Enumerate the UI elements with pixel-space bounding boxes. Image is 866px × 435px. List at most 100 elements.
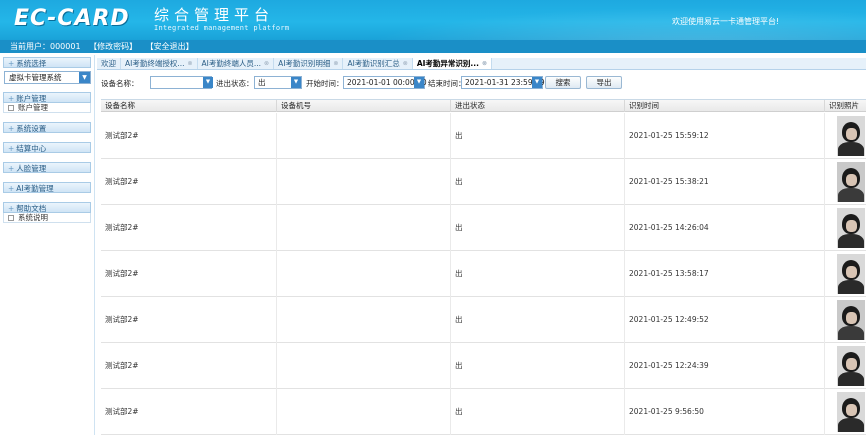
recognition-photo[interactable] bbox=[837, 392, 865, 432]
inout-status-value: 出 bbox=[258, 78, 266, 87]
blurred-face-icon bbox=[846, 128, 857, 140]
recognition-photo[interactable] bbox=[837, 254, 865, 294]
inout-status-label: 进出状态： bbox=[216, 79, 254, 88]
cell-time: 2021-01-25 15:38:21 bbox=[625, 159, 825, 205]
tab[interactable]: 欢迎 bbox=[97, 58, 121, 69]
table-row[interactable]: 测试部2# 出 2021-01-25 15:38:21 bbox=[101, 159, 866, 205]
recognition-photo[interactable] bbox=[837, 300, 865, 340]
cell-device: 测试部2# bbox=[101, 113, 277, 159]
sidebar-section[interactable]: + 帮助文档 bbox=[3, 202, 91, 213]
cell-device: 测试部2# bbox=[101, 251, 277, 297]
tab[interactable]: AI考勤异常识别... ⊗ bbox=[412, 58, 492, 69]
calendar-icon: ▼ bbox=[414, 77, 424, 88]
column-header-status[interactable]: 进出状态 bbox=[451, 100, 625, 112]
column-header-photo[interactable]: 识别照片 bbox=[825, 100, 866, 112]
cell-status: 出 bbox=[451, 251, 625, 297]
tab[interactable]: AI考勤终端授权... ⊗ bbox=[121, 58, 198, 69]
recognition-photo[interactable] bbox=[837, 116, 865, 156]
person-silhouette-icon bbox=[838, 234, 864, 248]
tab[interactable]: AI考勤终端人员... ⊗ bbox=[198, 58, 275, 69]
close-icon[interactable]: ⊗ bbox=[403, 60, 408, 67]
cell-machine-no bbox=[277, 113, 451, 159]
cell-time: 2021-01-25 9:56:50 bbox=[625, 389, 825, 435]
sidebar-section[interactable]: + 人脸管理 bbox=[3, 162, 91, 173]
table-row[interactable]: 测试部2# 出 2021-01-25 9:56:50 bbox=[101, 389, 866, 435]
column-header-time[interactable]: 识别时间 bbox=[625, 100, 825, 112]
sidebar-section[interactable]: + 账户管理 bbox=[3, 92, 91, 103]
tab[interactable]: AI考勤识别明细 ⊗ bbox=[274, 58, 344, 69]
column-header-machine-no[interactable]: 设备机号 bbox=[277, 100, 451, 112]
close-icon[interactable]: ⊗ bbox=[188, 60, 193, 67]
cell-machine-no bbox=[277, 159, 451, 205]
cell-device: 测试部2# bbox=[101, 205, 277, 251]
close-icon[interactable]: ⊗ bbox=[264, 60, 269, 67]
cell-device: 测试部2# bbox=[101, 343, 277, 389]
person-silhouette-icon bbox=[838, 372, 864, 386]
page-icon bbox=[8, 215, 14, 221]
search-button[interactable]: 搜索 bbox=[545, 76, 581, 89]
chevron-down-icon[interactable]: ▼ bbox=[203, 77, 213, 88]
start-time-input[interactable]: 2021-01-01 00:00:00 ▼ bbox=[343, 76, 427, 89]
platform-subtitle: Integrated management platform bbox=[154, 24, 290, 32]
export-button[interactable]: 导出 bbox=[586, 76, 622, 89]
welcome-message: 欢迎使用易云一卡通管理平台! bbox=[672, 17, 780, 26]
recognition-photo[interactable] bbox=[837, 162, 865, 202]
table-row[interactable]: 测试部2# 出 2021-01-25 12:49:52 bbox=[101, 297, 866, 343]
cell-machine-no bbox=[277, 205, 451, 251]
blurred-face-icon bbox=[846, 312, 857, 324]
logout-link[interactable]: 【安全退出】 bbox=[146, 42, 194, 51]
sidebar-item[interactable]: 系统说明 bbox=[3, 213, 91, 223]
table-row[interactable]: 测试部2# 出 2021-01-25 14:26:04 bbox=[101, 205, 866, 251]
tab[interactable]: AI考勤识别汇总 ⊗ bbox=[343, 58, 413, 69]
inout-status-select[interactable]: 出 ▼ bbox=[254, 76, 302, 89]
person-silhouette-icon bbox=[838, 142, 864, 156]
column-header-device[interactable]: 设备名称 bbox=[101, 100, 277, 112]
table-row[interactable]: 测试部2# 出 2021-01-25 15:59:12 bbox=[101, 113, 866, 159]
recognition-photo[interactable] bbox=[837, 208, 865, 248]
tab-label: AI考勤终端授权... bbox=[125, 59, 185, 68]
sidebar-item-label: 系统说明 bbox=[18, 213, 48, 222]
close-icon[interactable]: ⊗ bbox=[482, 60, 487, 67]
person-silhouette-icon bbox=[838, 418, 864, 432]
sidebar-section[interactable]: + 结算中心 bbox=[3, 142, 91, 153]
expand-icon: + bbox=[8, 59, 15, 68]
device-name-label: 设备名称： bbox=[101, 79, 139, 88]
cell-device: 测试部2# bbox=[101, 159, 277, 205]
cell-status: 出 bbox=[451, 159, 625, 205]
expand-icon: + bbox=[8, 144, 15, 153]
sidebar-section[interactable]: + AI考勤管理 bbox=[3, 182, 91, 193]
cell-machine-no bbox=[277, 251, 451, 297]
chevron-down-icon: ▼ bbox=[291, 77, 301, 88]
chevron-down-icon: ▼ bbox=[79, 72, 90, 83]
expand-icon: + bbox=[8, 184, 15, 193]
sidebar-sections: + 账户管理 账户管理 + 系统设置 + 结算中心 + 人脸管理 + AI考勤管理 + 帮助文档 系统说明 bbox=[0, 92, 94, 230]
tab-bar: 欢迎 AI考勤终端授权... ⊗ AI考勤终端人员... ⊗ AI考勤识别明细 ⊗ AI考勤识… bbox=[97, 58, 866, 70]
cell-machine-no bbox=[277, 343, 451, 389]
tab-label: AI考勤终端人员... bbox=[201, 59, 262, 68]
recognition-photo[interactable] bbox=[837, 346, 865, 386]
sidebar-item[interactable]: 账户管理 bbox=[3, 103, 91, 113]
cell-device: 测试部2# bbox=[101, 389, 277, 435]
close-icon[interactable]: ⊗ bbox=[333, 60, 338, 67]
cell-time: 2021-01-25 12:24:39 bbox=[625, 343, 825, 389]
table-row[interactable]: 测试部2# 出 2021-01-25 12:24:39 bbox=[101, 343, 866, 389]
sidebar-section[interactable]: + 系统设置 bbox=[3, 122, 91, 133]
sidebar: + 系统选择 虚拟卡管理系统 ▼ + 账户管理 账户管理 + 系统设置 + 结算中心 + 人脸管理… bbox=[0, 55, 95, 435]
filter-bar: 设备名称： ▼ 进出状态： 出 ▼ 开始时间： 2021-01-01 00:00… bbox=[97, 74, 866, 92]
header-decoration bbox=[306, 0, 866, 40]
cell-status: 出 bbox=[451, 113, 625, 159]
table-row[interactable]: 测试部2# 出 2021-01-25 13:58:17 bbox=[101, 251, 866, 297]
start-time-label: 开始时间： bbox=[306, 79, 344, 88]
sidebar-section-system-select[interactable]: + 系统选择 bbox=[3, 57, 91, 68]
sidebar-section-label: 帮助文档 bbox=[16, 204, 47, 213]
app-header: EC-CARD 综合管理平台 Integrated management pla… bbox=[0, 0, 866, 40]
sidebar-section-label: AI考勤管理 bbox=[16, 184, 54, 193]
sidebar-section-label: 系统设置 bbox=[16, 124, 47, 133]
cell-time: 2021-01-25 15:59:12 bbox=[625, 113, 825, 159]
change-password-link[interactable]: 【修改密码】 bbox=[89, 42, 137, 51]
calendar-icon: ▼ bbox=[532, 77, 542, 88]
cell-time: 2021-01-25 12:49:52 bbox=[625, 297, 825, 343]
end-time-input[interactable]: 2021-01-31 23:59:59 ▼ bbox=[461, 76, 545, 89]
system-select-dropdown[interactable]: 虚拟卡管理系统 ▼ bbox=[4, 71, 91, 84]
